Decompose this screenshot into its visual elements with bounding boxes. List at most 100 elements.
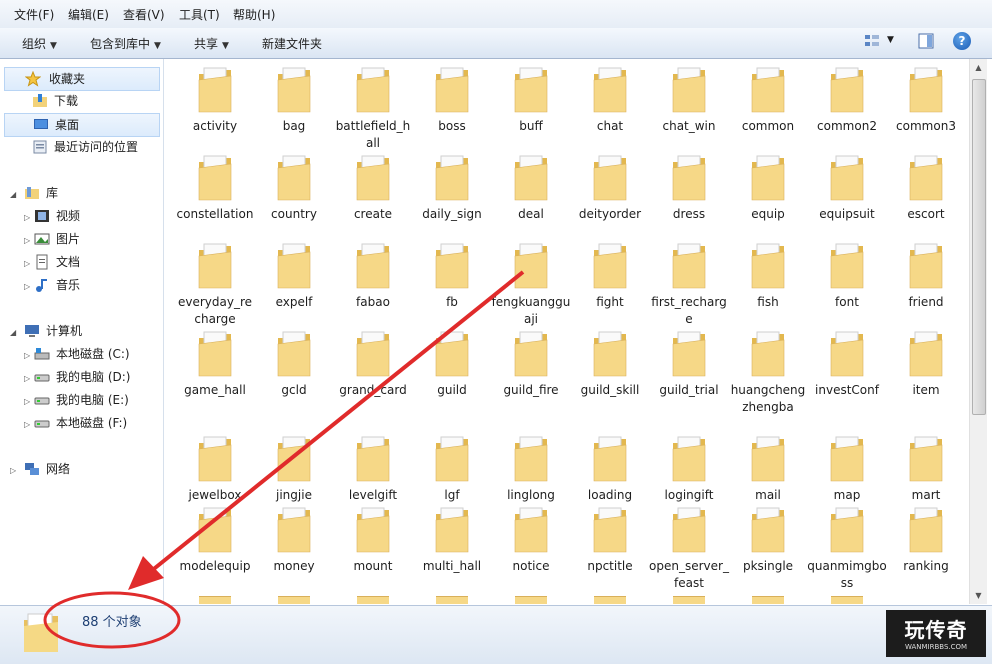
- nav-videos[interactable]: 视频: [34, 205, 158, 227]
- collapse-arrow-icon[interactable]: ◢: [10, 190, 16, 199]
- folder-item[interactable]: activity: [175, 66, 255, 146]
- folder-item[interactable]: country: [254, 154, 334, 234]
- folder-item[interactable]: escort: [886, 154, 966, 234]
- folder-item[interactable]: guild: [412, 330, 492, 410]
- folder-item[interactable]: fengkuangguaji: [491, 242, 571, 326]
- expand-arrow-icon[interactable]: ▷: [24, 397, 30, 406]
- scrollbar-thumb[interactable]: [972, 79, 986, 415]
- folder-item[interactable]: chat: [570, 66, 650, 146]
- nav-pictures[interactable]: 图片: [34, 228, 158, 250]
- folder-item[interactable]: first_recharge: [649, 242, 729, 326]
- folder-item[interactable]: game_hall: [175, 330, 255, 410]
- expand-arrow-icon[interactable]: ▷: [24, 282, 30, 291]
- folder-item[interactable]: map: [807, 435, 887, 515]
- nav-documents[interactable]: 文档: [34, 251, 158, 273]
- preview-pane-icon[interactable]: [918, 33, 934, 49]
- folder-item[interactable]: lgf: [412, 435, 492, 515]
- scroll-down-icon[interactable]: ▼: [970, 587, 987, 604]
- view-dropdown-icon[interactable]: ▼: [887, 35, 894, 45]
- folder-item[interactable]: font: [807, 242, 887, 322]
- folder-item[interactable]: expelf: [254, 242, 334, 322]
- menu-tools[interactable]: 工具(T): [179, 6, 220, 23]
- vertical-scrollbar[interactable]: ▲ ▼: [969, 59, 987, 604]
- view-options-icon[interactable]: [864, 33, 880, 49]
- folder-item[interactable]: common: [728, 66, 808, 146]
- folder-item[interactable]: grand_card: [333, 330, 413, 410]
- folder-item[interactable]: fabao: [333, 242, 413, 322]
- folder-item[interactable]: boss: [412, 66, 492, 146]
- organize-button[interactable]: 组织 ▼: [22, 35, 57, 52]
- folder-item[interactable]: guild_skill: [570, 330, 650, 410]
- folder-item[interactable]: mart: [886, 435, 966, 515]
- expand-arrow-icon[interactable]: ▷: [24, 351, 30, 360]
- folder-item[interactable]: common3: [886, 66, 966, 146]
- expand-arrow-icon[interactable]: ▷: [10, 466, 16, 475]
- menu-edit[interactable]: 编辑(E): [68, 6, 109, 23]
- folder-item[interactable]: open_server_feast: [649, 506, 729, 590]
- folder-item[interactable]: deityorder: [570, 154, 650, 234]
- folder-item[interactable]: investConf: [807, 330, 887, 410]
- share-button[interactable]: 共享 ▼: [194, 35, 229, 52]
- folder-item[interactable]: jewelbox: [175, 435, 255, 515]
- nav-computer[interactable]: 计算机: [24, 320, 158, 342]
- nav-drive-d[interactable]: 我的电脑 (D:): [34, 366, 158, 388]
- folder-item[interactable]: quanmimgboss: [807, 506, 887, 590]
- expand-arrow-icon[interactable]: ▷: [24, 259, 30, 268]
- folder-item[interactable]: gcld: [254, 330, 334, 410]
- folder-item[interactable]: pksingle: [728, 506, 808, 586]
- menu-file[interactable]: 文件(F): [14, 6, 54, 23]
- expand-arrow-icon[interactable]: ▷: [24, 374, 30, 383]
- nav-desktop[interactable]: 桌面: [4, 113, 160, 137]
- folder-item[interactable]: daily_sign: [412, 154, 492, 234]
- folder-item[interactable]: guild_fire: [491, 330, 571, 410]
- folder-item[interactable]: modelequip: [175, 506, 255, 586]
- folder-item[interactable]: fish: [728, 242, 808, 322]
- folder-item[interactable]: logingift: [649, 435, 729, 515]
- folder-item[interactable]: chat_win: [649, 66, 729, 146]
- folder-item[interactable]: buff: [491, 66, 571, 146]
- folder-item[interactable]: levelgift: [333, 435, 413, 515]
- folder-item[interactable]: fight: [570, 242, 650, 322]
- help-icon[interactable]: ?: [953, 32, 971, 50]
- nav-drive-f[interactable]: 本地磁盘 (F:): [34, 412, 158, 434]
- nav-music[interactable]: 音乐: [34, 274, 158, 296]
- folder-item[interactable]: common2: [807, 66, 887, 146]
- new-folder-button[interactable]: 新建文件夹: [262, 35, 322, 52]
- folder-item[interactable]: mail: [728, 435, 808, 515]
- folder-item[interactable]: create: [333, 154, 413, 234]
- menu-help[interactable]: 帮助(H): [233, 6, 275, 23]
- folder-item[interactable]: notice: [491, 506, 571, 586]
- folder-item[interactable]: equip: [728, 154, 808, 234]
- nav-drive-e[interactable]: 我的电脑 (E:): [34, 389, 158, 411]
- collapse-arrow-icon[interactable]: ◢: [10, 328, 16, 337]
- folder-item[interactable]: friend: [886, 242, 966, 322]
- folder-item[interactable]: everyday_recharge: [175, 242, 255, 326]
- folder-item[interactable]: constellation: [175, 154, 255, 234]
- nav-drive-c[interactable]: 本地磁盘 (C:): [34, 343, 158, 365]
- folder-item[interactable]: multi_hall: [412, 506, 492, 586]
- nav-favorites[interactable]: 收藏夹: [4, 67, 160, 91]
- folder-item[interactable]: equipsuit: [807, 154, 887, 234]
- nav-network[interactable]: 网络: [24, 458, 158, 480]
- folder-item[interactable]: jingjie: [254, 435, 334, 515]
- folder-item[interactable]: deal: [491, 154, 571, 234]
- nav-libraries[interactable]: 库: [24, 182, 158, 204]
- folder-item[interactable]: fb: [412, 242, 492, 322]
- folder-item[interactable]: money: [254, 506, 334, 586]
- folder-item[interactable]: mount: [333, 506, 413, 586]
- folder-item[interactable]: battlefield_hall: [333, 66, 413, 150]
- nav-downloads[interactable]: 下载: [32, 90, 158, 112]
- folder-item[interactable]: npctitle: [570, 506, 650, 586]
- folder-item[interactable]: linglong: [491, 435, 571, 515]
- expand-arrow-icon[interactable]: ▷: [24, 236, 30, 245]
- folder-item[interactable]: ranking: [886, 506, 966, 586]
- folder-item[interactable]: item: [886, 330, 966, 410]
- folder-item[interactable]: guild_trial: [649, 330, 729, 410]
- include-in-library-button[interactable]: 包含到库中 ▼: [90, 35, 161, 52]
- folder-item[interactable]: dress: [649, 154, 729, 234]
- scroll-up-icon[interactable]: ▲: [970, 59, 987, 76]
- expand-arrow-icon[interactable]: ▷: [24, 420, 30, 429]
- nav-recent-places[interactable]: 最近访问的位置: [32, 136, 158, 158]
- expand-arrow-icon[interactable]: ▷: [24, 213, 30, 222]
- menu-view[interactable]: 查看(V): [123, 6, 165, 23]
